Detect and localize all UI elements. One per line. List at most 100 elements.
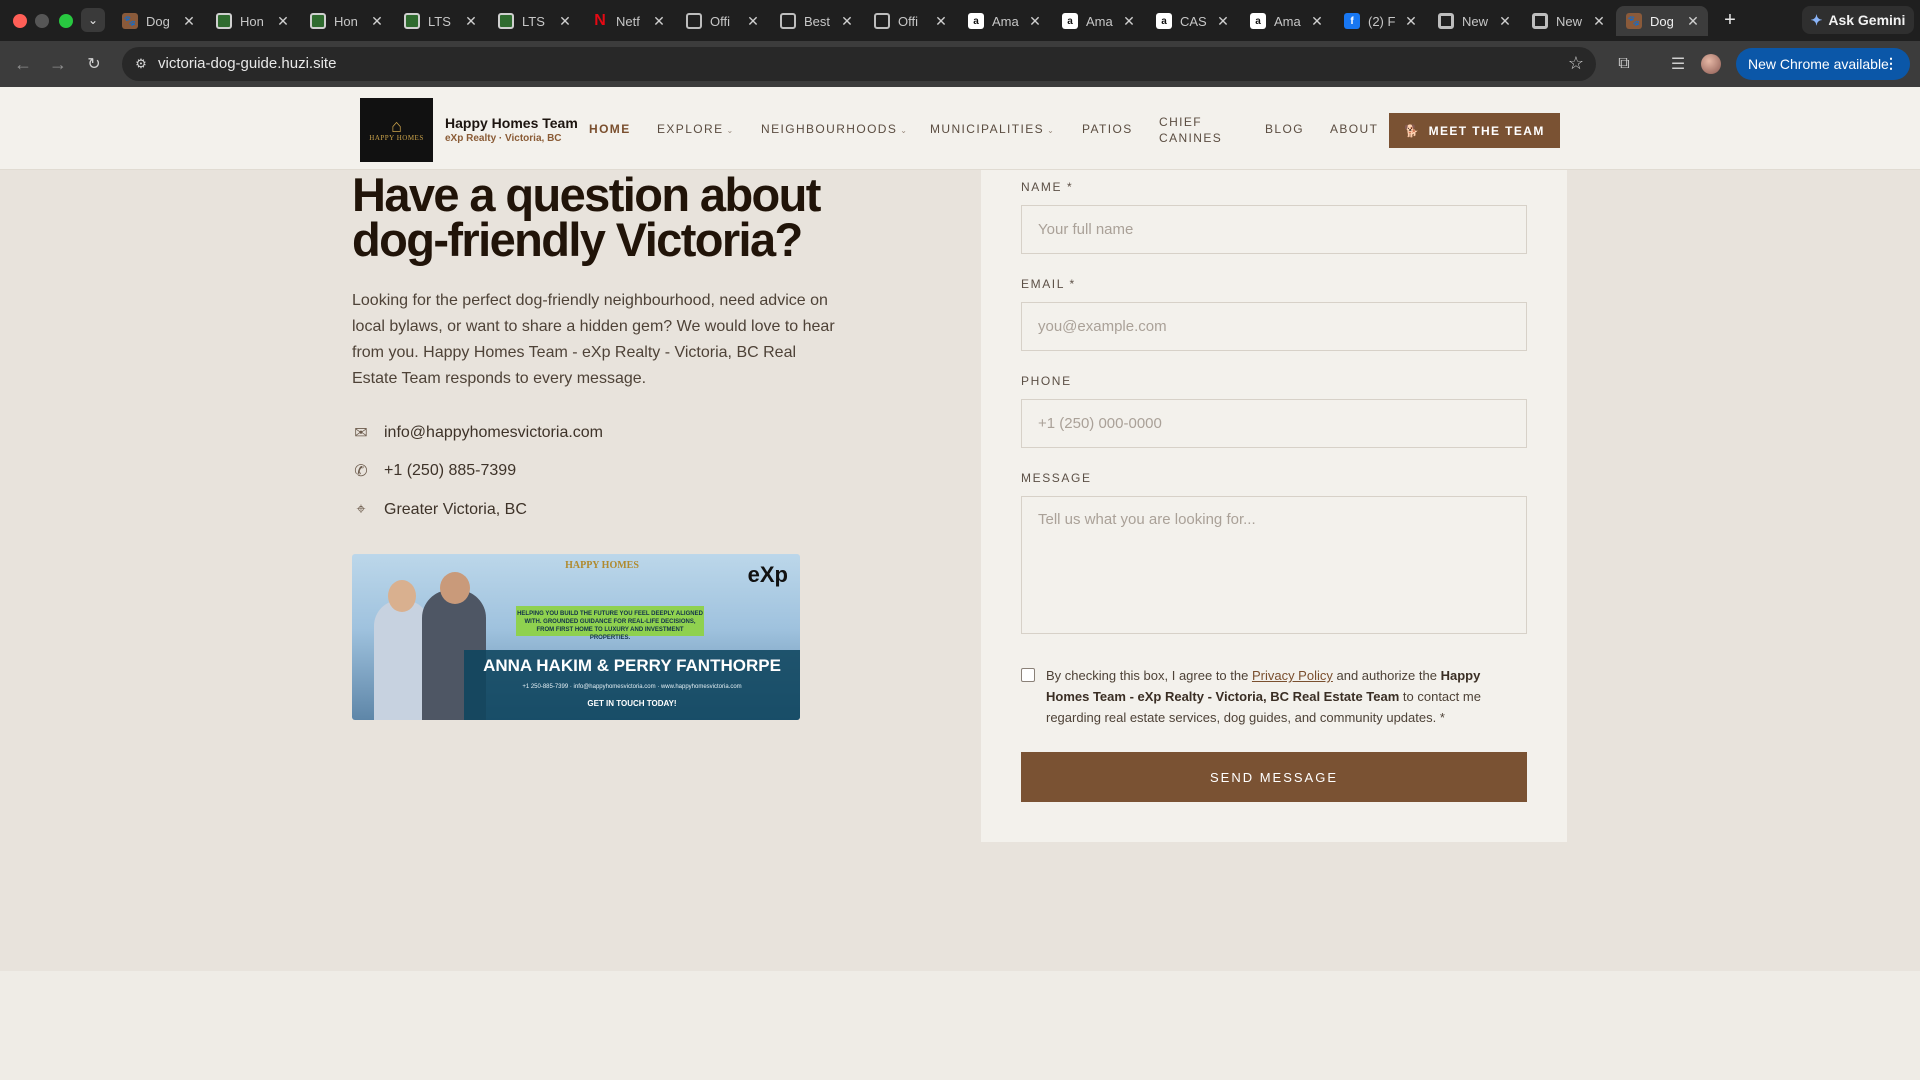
- agent-head-perry: [440, 572, 470, 604]
- bookmark-star-icon[interactable]: ☆: [1568, 53, 1584, 74]
- green-leaf-icon: [216, 13, 232, 29]
- address-url[interactable]: victoria-dog-guide.huzi.site: [158, 55, 336, 72]
- window-close-button[interactable]: [13, 14, 27, 28]
- green-leaf-icon: [498, 13, 514, 29]
- tab-close-icon[interactable]: ✕: [746, 13, 760, 30]
- new-chrome-available-button[interactable]: New Chrome available ⋮: [1736, 48, 1910, 80]
- nav-blog[interactable]: BLOG: [1265, 122, 1304, 136]
- tab-close-icon[interactable]: ✕: [370, 13, 384, 30]
- new-tab-button[interactable]: +: [1718, 8, 1742, 32]
- contact-phone[interactable]: +1 (250) 885-7399: [384, 462, 516, 480]
- browser-tab[interactable]: a Ama ✕: [958, 6, 1050, 36]
- extensions-puzzle-icon[interactable]: ⧉: [1612, 52, 1636, 76]
- mail-icon: ✉: [354, 425, 368, 442]
- tab-title: Offi: [898, 13, 918, 29]
- nav-chief-canines[interactable]: CHIEF CANINES: [1159, 114, 1249, 146]
- browser-tab[interactable]: New ✕: [1428, 6, 1520, 36]
- tab-title: Ama: [1086, 13, 1113, 29]
- logo-text: HAPPY HOMES: [369, 134, 424, 142]
- tab-title: (2) F: [1368, 13, 1396, 29]
- meet-the-team-label: MEET THE TEAM: [1428, 123, 1545, 138]
- tab-close-icon[interactable]: ✕: [840, 13, 854, 30]
- media-queue-icon[interactable]: ☰: [1666, 52, 1690, 76]
- contact-phone-row[interactable]: ✆ +1 (250) 885-7399: [352, 462, 516, 480]
- phone-label: PHONE: [1021, 374, 1072, 388]
- browser-tab[interactable]: 🐾 Dog ✕: [112, 6, 204, 36]
- tab-close-icon[interactable]: ✕: [464, 13, 478, 30]
- browser-tab[interactable]: 🐾 Dog ✕: [1616, 6, 1708, 36]
- browser-tab[interactable]: LTS ✕: [488, 6, 580, 36]
- forward-arrow-icon[interactable]: →: [46, 52, 70, 76]
- tab-search-chevron-icon[interactable]: ⌄: [81, 8, 105, 32]
- browser-tab[interactable]: f (2) F ✕: [1334, 6, 1426, 36]
- chevron-down-icon: ⌄: [900, 126, 909, 135]
- tab-title: Dog: [1650, 13, 1674, 29]
- contact-email-row[interactable]: ✉ info@happyhomesvictoria.com: [352, 424, 603, 442]
- send-message-button[interactable]: SEND MESSAGE: [1021, 752, 1527, 802]
- tab-title: Ama: [992, 13, 1019, 29]
- site-header: ⌂ HAPPY HOMES Happy Homes Team eXp Realt…: [0, 87, 1920, 170]
- browser-tab[interactable]: Offi ✕: [864, 6, 956, 36]
- profile-avatar[interactable]: [1701, 54, 1721, 74]
- name-input[interactable]: [1021, 205, 1527, 254]
- tab-close-icon[interactable]: ✕: [1028, 13, 1042, 30]
- tab-close-icon[interactable]: ✕: [1498, 13, 1512, 30]
- consent-checkbox[interactable]: [1021, 668, 1035, 682]
- back-arrow-icon[interactable]: ←: [11, 52, 35, 76]
- team-banner-image[interactable]: HAPPY HOMES eXp HELPING YOU BUILD THE FU…: [352, 554, 800, 720]
- tab-close-icon[interactable]: ✕: [934, 13, 948, 30]
- nav-municipalities[interactable]: MUNICIPALITIES ⌄: [930, 122, 1055, 136]
- banner-contacts: +1 250-885-7399 · info@happyhomesvictori…: [522, 684, 742, 690]
- tab-title: New: [1462, 13, 1489, 29]
- tab-title: Netf: [616, 13, 640, 29]
- browser-tab[interactable]: a Ama ✕: [1240, 6, 1332, 36]
- browser-tab[interactable]: LTS ✕: [394, 6, 486, 36]
- exp-realty-logo: eXp: [747, 562, 788, 587]
- brand-name[interactable]: Happy Homes Team: [445, 115, 578, 131]
- tab-close-icon[interactable]: ✕: [1404, 13, 1418, 30]
- nav-patios[interactable]: PATIOS: [1082, 122, 1133, 136]
- ask-gemini-button[interactable]: ✦ Ask Gemini: [1802, 6, 1914, 34]
- tab-close-icon[interactable]: ✕: [1122, 13, 1136, 30]
- email-input[interactable]: [1021, 302, 1527, 351]
- site-info-icon[interactable]: ⚙: [132, 55, 150, 73]
- browser-tab[interactable]: Best ✕: [770, 6, 862, 36]
- browser-tab[interactable]: Offi ✕: [676, 6, 768, 36]
- more-vertical-icon[interactable]: ⋮: [1884, 55, 1898, 72]
- window-zoom-button[interactable]: [59, 14, 73, 28]
- reload-icon[interactable]: ↻: [82, 52, 106, 76]
- consent-text: By checking this box, I agree to the Pri…: [1046, 665, 1506, 728]
- contact-section: [0, 170, 1920, 971]
- chrome-icon: [1438, 13, 1454, 29]
- chrome-icon: [1532, 13, 1548, 29]
- tab-close-icon[interactable]: ✕: [558, 13, 572, 30]
- browser-tab[interactable]: Hon ✕: [206, 6, 298, 36]
- tab-close-icon[interactable]: ✕: [1592, 13, 1606, 30]
- browser-tab[interactable]: New ✕: [1522, 6, 1614, 36]
- meet-the-team-button[interactable]: 🐕 MEET THE TEAM: [1389, 113, 1560, 148]
- tab-close-icon[interactable]: ✕: [1686, 13, 1700, 30]
- tab-close-icon[interactable]: ✕: [1310, 13, 1324, 30]
- nav-about[interactable]: ABOUT: [1330, 122, 1378, 136]
- window-minimize-button[interactable]: [35, 14, 49, 28]
- privacy-policy-link[interactable]: Privacy Policy: [1252, 668, 1333, 683]
- browser-tab[interactable]: a Ama ✕: [1052, 6, 1144, 36]
- nav-neighbourhoods[interactable]: NEIGHBOURHOODS ⌄: [761, 122, 908, 136]
- phone-input[interactable]: [1021, 399, 1527, 448]
- green-leaf-icon: [310, 13, 326, 29]
- browser-tab[interactable]: Hon ✕: [300, 6, 392, 36]
- nav-explore[interactable]: EXPLORE ⌄: [657, 122, 735, 136]
- nav-home[interactable]: HOME: [589, 122, 631, 136]
- site-logo[interactable]: ⌂ HAPPY HOMES: [360, 98, 433, 162]
- browser-tab[interactable]: N Netf ✕: [582, 6, 674, 36]
- green-leaf-icon: [404, 13, 420, 29]
- address-bar[interactable]: ⚙ victoria-dog-guide.huzi.site ☆: [122, 47, 1596, 81]
- tab-close-icon[interactable]: ✕: [1216, 13, 1230, 30]
- contact-email[interactable]: info@happyhomesvictoria.com: [384, 424, 603, 442]
- browser-tab[interactable]: a CAS ✕: [1146, 6, 1238, 36]
- message-textarea[interactable]: [1021, 496, 1527, 634]
- tab-close-icon[interactable]: ✕: [182, 13, 196, 30]
- tab-close-icon[interactable]: ✕: [276, 13, 290, 30]
- tab-close-icon[interactable]: ✕: [652, 13, 666, 30]
- amazon-icon: a: [1156, 13, 1172, 29]
